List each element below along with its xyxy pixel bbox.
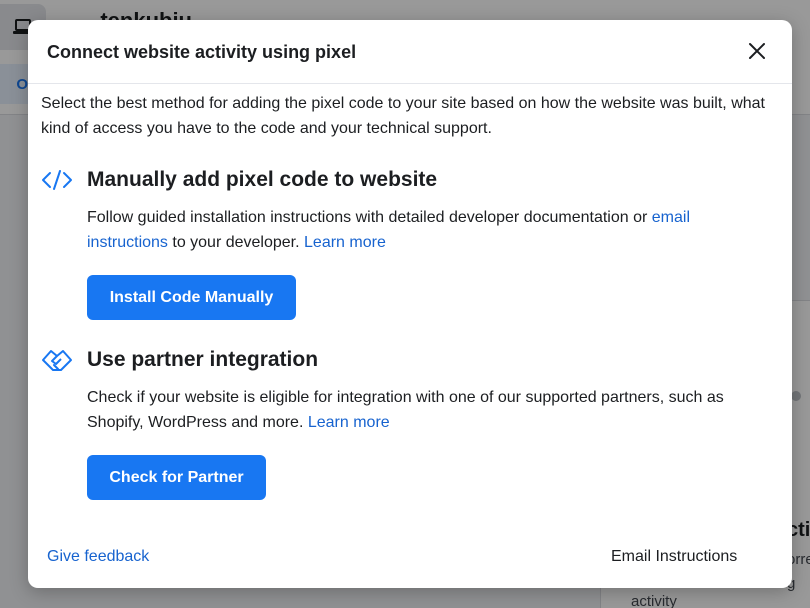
manual-desc-text: to your developer.	[167, 234, 305, 251]
email-instructions-button[interactable]: Email Instructions	[611, 548, 737, 566]
manual-desc-text: Follow guided installation instructions …	[87, 209, 652, 226]
partner-section-title: Use partner integration	[87, 348, 319, 371]
install-code-manually-button[interactable]: Install Code Manually	[87, 275, 296, 320]
check-for-partner-button[interactable]: Check for Partner	[87, 455, 266, 500]
dialog-header: Connect website activity using pixel	[28, 20, 792, 84]
manual-section-title: Manually add pixel code to website	[87, 168, 438, 191]
manual-section-description: Follow guided installation instructions …	[87, 205, 747, 255]
give-feedback-link[interactable]: Give feedback	[47, 548, 149, 566]
partner-learn-more-link[interactable]: Learn more	[308, 414, 390, 431]
handshake-icon	[40, 346, 74, 374]
code-icon	[40, 166, 74, 194]
partner-desc-text: Check if your website is eligible for in…	[87, 389, 724, 431]
connect-pixel-dialog: Connect website activity using pixel Sel…	[28, 20, 792, 588]
close-icon	[749, 43, 765, 59]
close-button[interactable]	[744, 38, 770, 64]
manual-learn-more-link[interactable]: Learn more	[304, 234, 386, 251]
dialog-title: Connect website activity using pixel	[47, 42, 357, 62]
dialog-intro: Select the best method for adding the pi…	[41, 95, 765, 137]
partner-section-description: Check if your website is eligible for in…	[87, 385, 747, 435]
